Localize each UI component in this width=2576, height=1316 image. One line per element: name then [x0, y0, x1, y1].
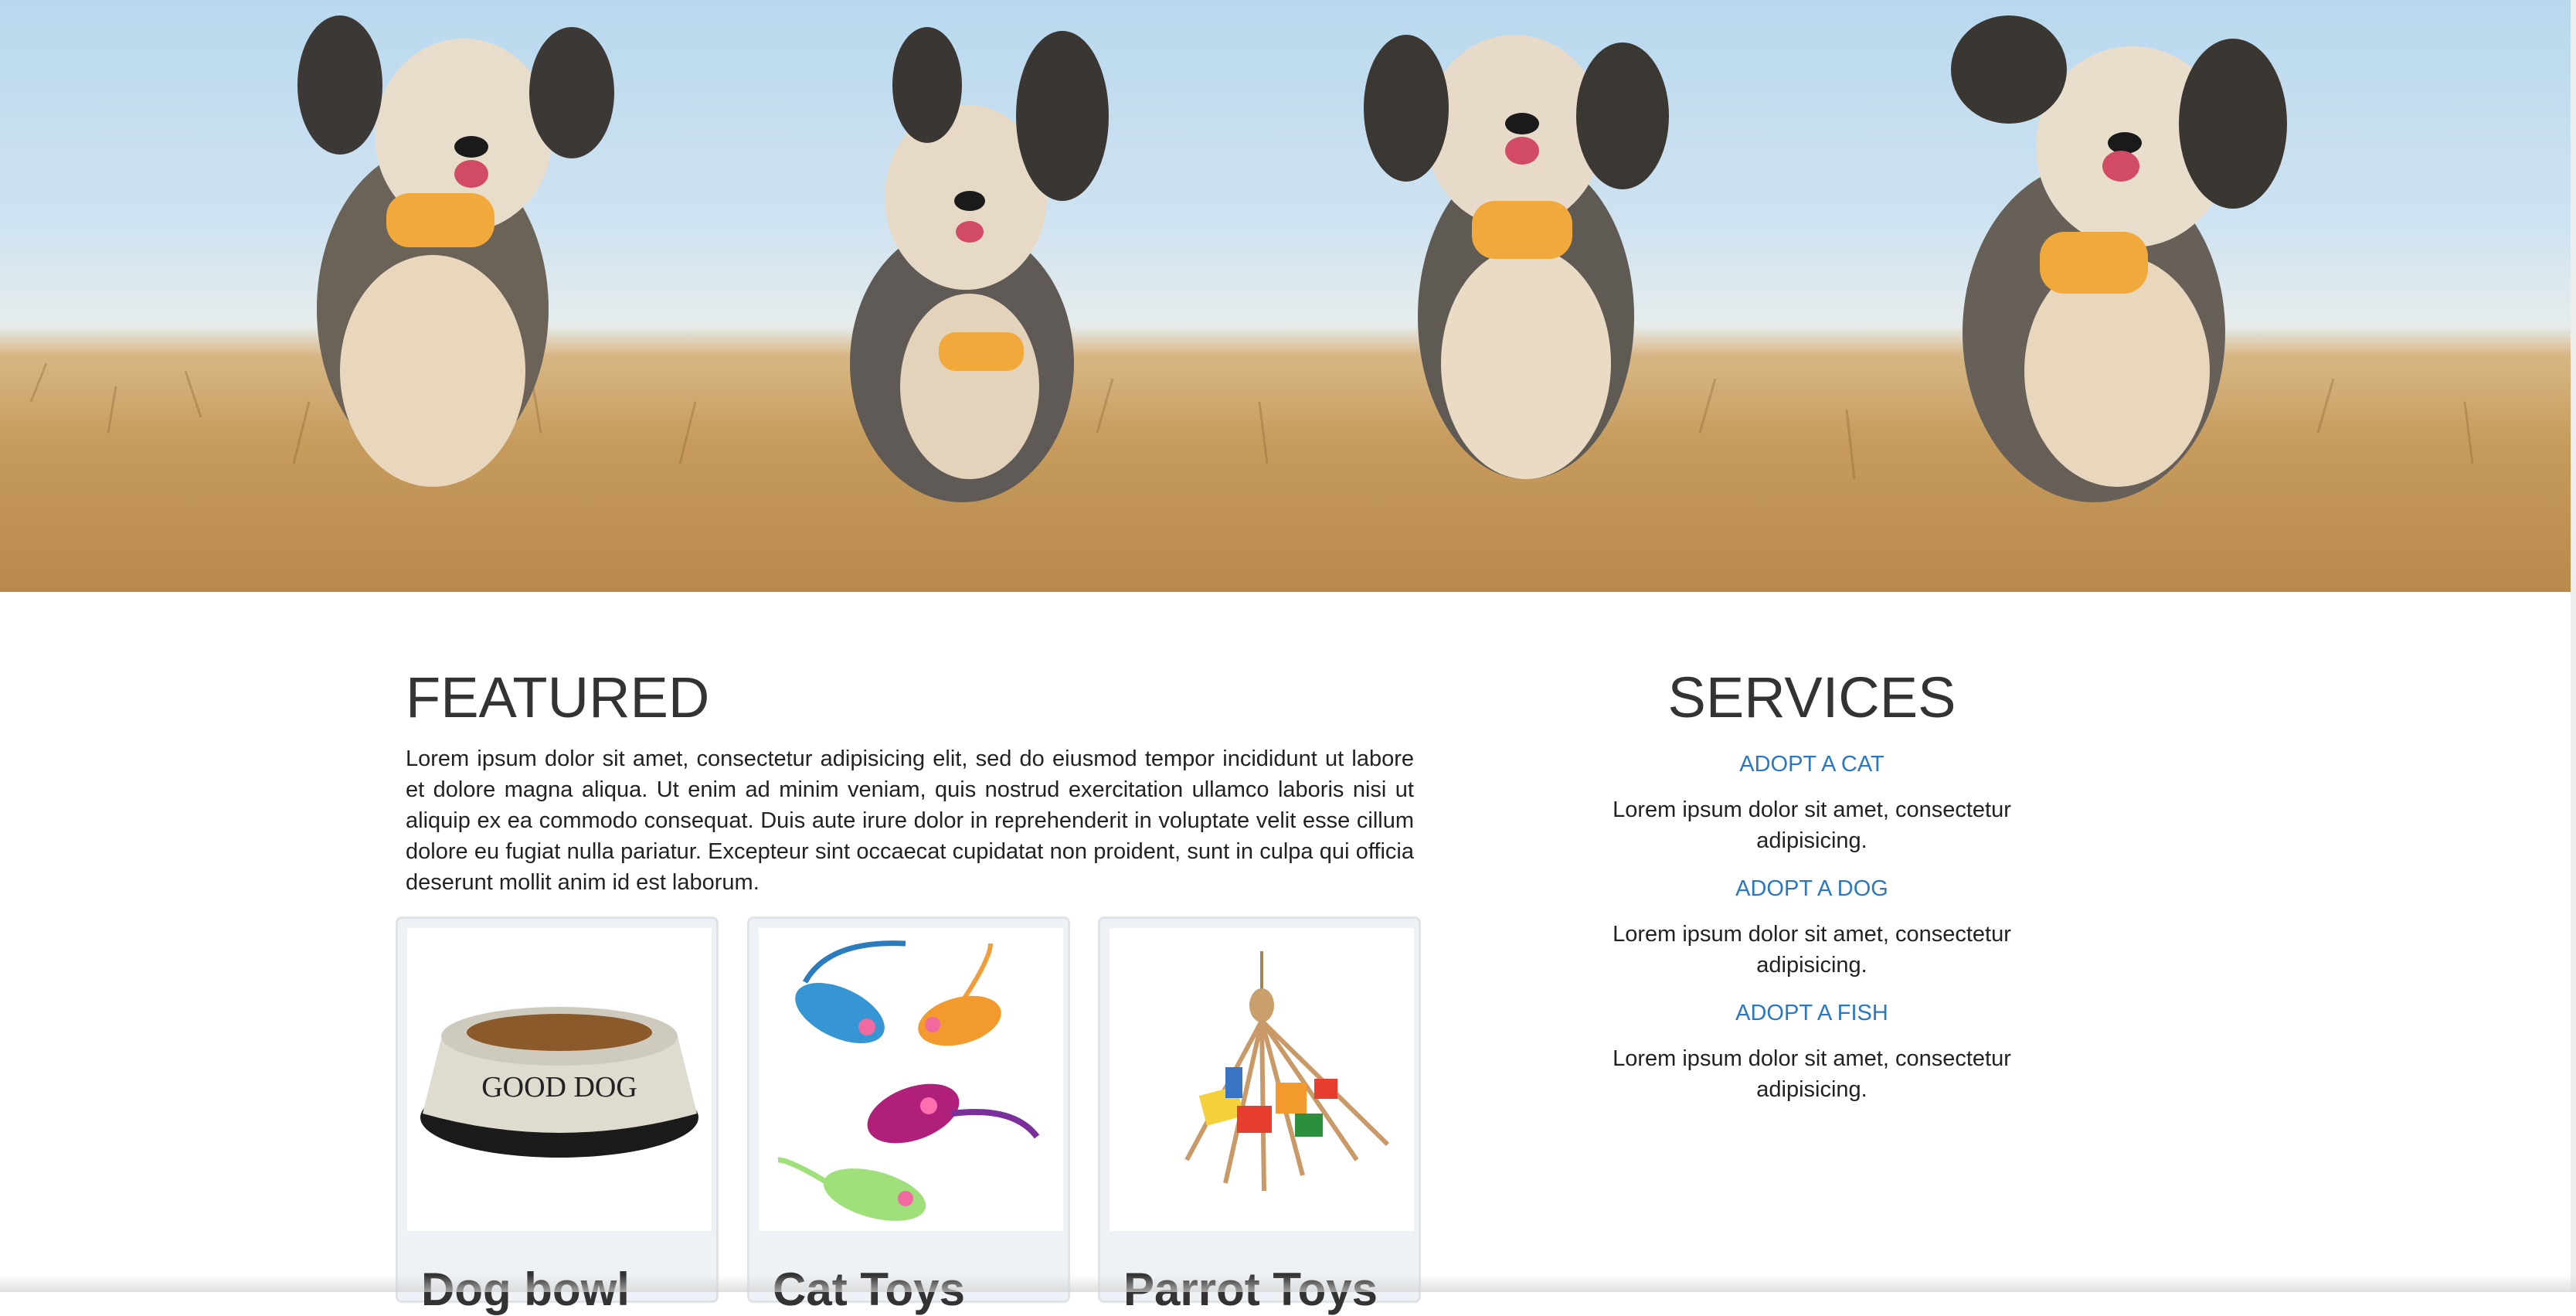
- dog-bowl-image[interactable]: GOOD DOG: [407, 928, 712, 1231]
- service-description: Lorem ipsum dolor sit amet, consectetur …: [1613, 797, 2011, 853]
- adopt-dog-link[interactable]: ADOPT A DOG: [1568, 876, 2055, 902]
- product-card-cat-toys[interactable]: Cat Toys: [747, 916, 1070, 1315]
- featured-heading: FEATURED: [406, 665, 710, 729]
- parrot-toy-image[interactable]: [1110, 928, 1414, 1231]
- dog-bowl-illustration: GOOD DOG: [420, 1007, 698, 1158]
- service-description: Lorem ipsum dolor sit amet, consectetur …: [1613, 922, 2011, 978]
- bowl-label: GOOD DOG: [481, 1071, 637, 1103]
- adopt-cat-link[interactable]: ADOPT A CAT: [1568, 752, 2055, 777]
- parrot-toy-illustration: [1184, 951, 1390, 1192]
- running-dogs-photo: [29, 15, 2474, 502]
- adopt-fish-link[interactable]: ADOPT A FISH: [1568, 1001, 2055, 1026]
- product-card-parrot-toys[interactable]: Parrot Toys: [1098, 916, 1421, 1315]
- cat-toys-image[interactable]: [759, 928, 1063, 1231]
- hero-banner: [0, 0, 2576, 592]
- service-description: Lorem ipsum dolor sit amet, consectetur …: [1613, 1046, 2011, 1102]
- product-card-dog-bowl[interactable]: GOOD DOG Dog bowl: [396, 916, 719, 1315]
- cat-toys-illustration: [777, 940, 1040, 1221]
- bottom-edge-shadow: [0, 1275, 2576, 1292]
- featured-description: Lorem ipsum dolor sit amet, consectetur …: [406, 746, 1414, 895]
- services-section: SERVICES ADOPT A CAT Lorem ipsum dolor s…: [1568, 665, 2055, 1105]
- page-scrollbar-edge: [2571, 0, 2576, 1292]
- services-heading: SERVICES: [1667, 665, 1956, 729]
